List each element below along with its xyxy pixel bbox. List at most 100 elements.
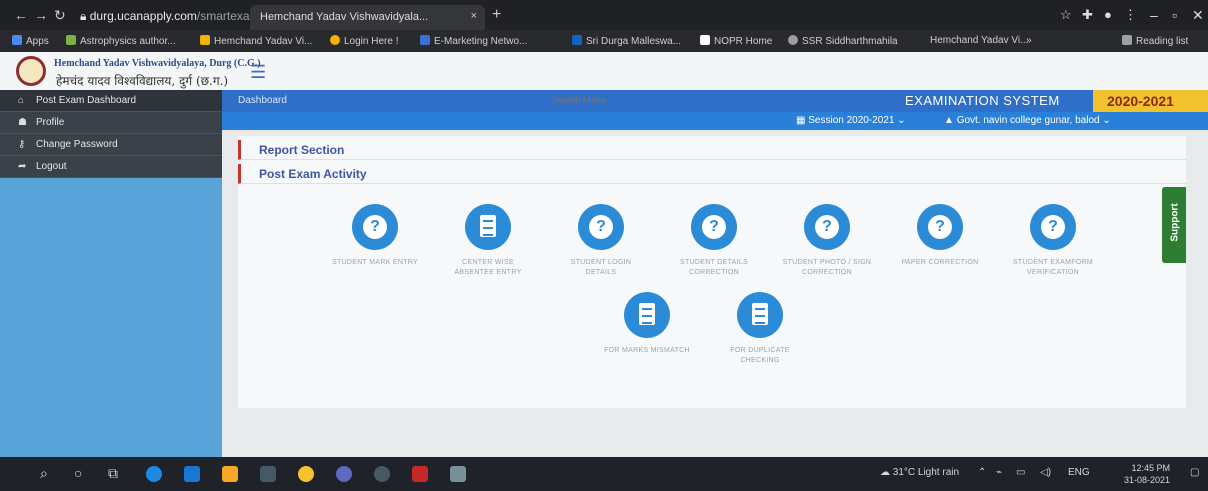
new-tab-icon[interactable]: + — [492, 6, 501, 24]
tab-close-icon[interactable]: × — [471, 10, 477, 22]
browser-menu-icon[interactable]: ⋮ — [1124, 7, 1137, 23]
bookmark-icon — [788, 35, 798, 45]
tile-student-details-correction[interactable]: ? STUDENT DETAILS CORRECTION — [669, 204, 759, 278]
forward-icon[interactable]: → — [34, 7, 48, 23]
bookmark-icon — [572, 35, 582, 45]
search-menu-input[interactable] — [552, 95, 672, 105]
battery-icon[interactable]: ▭ — [1016, 467, 1025, 478]
search-icon[interactable]: ⌕ — [40, 465, 48, 482]
university-name-english: Hemchand Yadav Vishwavidyalaya, Durg (C.… — [54, 58, 261, 69]
maximize-icon[interactable]: ▫ — [1172, 7, 1177, 23]
tray-chevron-icon[interactable]: ⌃ — [978, 467, 986, 478]
store-icon[interactable] — [260, 466, 276, 482]
sidebar-item-label: Change Password — [36, 139, 118, 150]
cortana-icon[interactable]: ○ — [74, 465, 82, 481]
session-bar: ▦ Session 2020-2021 ⌄ ▲ Govt. navin coll… — [222, 112, 1208, 130]
reading-list[interactable]: Reading list — [1122, 35, 1188, 47]
task-view-icon[interactable]: ⧉ — [108, 465, 118, 482]
apps-icon — [12, 35, 22, 45]
clock-date: 31-08-2021 — [1124, 475, 1171, 485]
browser-tab[interactable]: Hemchand Yadav Vishwavidyala... × — [250, 5, 485, 30]
windows-taskbar: ⌕ ○ ⧉ ☁ 31°C Light rain ⌃ ⌁ ▭ ◁) ENG 12:… — [0, 457, 1208, 491]
tile-label: CENTER WISE ABSENTEE ENTRY — [454, 259, 522, 276]
bookmark-astrophysics[interactable]: Astrophysics author... — [66, 35, 176, 47]
network-icon[interactable]: ⌁ — [996, 467, 1002, 478]
tile-center-wise-absentee-entry[interactable]: CENTER WISE ABSENTEE ENTRY — [443, 204, 533, 278]
reload-icon[interactable]: ↻ — [54, 7, 66, 24]
app-icon[interactable] — [374, 466, 390, 482]
weather-widget[interactable]: ☁ 31°C Light rain — [880, 467, 959, 478]
app-icon[interactable] — [336, 466, 352, 482]
bookmark-ssr[interactable]: SSR Siddharthmahila — [788, 35, 898, 47]
tile-label: STUDENT LOGIN DETAILS — [570, 259, 632, 276]
sidebar-item-post-exam-dashboard[interactable]: ⌂ Post Exam Dashboard — [0, 90, 222, 112]
home-icon: ⌂ — [18, 95, 25, 106]
calendar-icon: ▦ — [796, 115, 809, 126]
sidebar-item-change-password[interactable]: ⚷ Change Password — [0, 134, 222, 156]
sidebar-item-profile[interactable]: ☗ Profile — [0, 112, 222, 134]
bookmarks-bar: Apps Astrophysics author... Hemchand Yad… — [0, 30, 1208, 52]
volume-icon[interactable]: ◁) — [1040, 467, 1051, 478]
question-icon: ? — [352, 204, 398, 250]
app-icon[interactable] — [450, 466, 466, 482]
tile-for-duplicate-checking[interactable]: FOR DUPLICATE CHECKING — [715, 292, 805, 366]
tile-label: STUDENT PHOTO / SIGN CORRECTION — [782, 259, 872, 276]
bookmark-emarketing[interactable]: E-Marketing Netwo... — [420, 35, 527, 47]
bookmark-icon — [330, 35, 340, 45]
post-exam-activity-heading[interactable]: Post Exam Activity — [238, 164, 1186, 184]
extensions-icon[interactable]: ✚ — [1082, 7, 1093, 23]
report-section-heading[interactable]: Report Section — [238, 140, 1186, 160]
bookmark-icon — [420, 35, 430, 45]
mail-icon[interactable] — [184, 466, 200, 482]
sidebar-item-label: Post Exam Dashboard — [36, 95, 137, 106]
sidebar-item-logout[interactable]: ➦ Logout — [0, 156, 222, 178]
notifications-icon[interactable]: ▢ — [1190, 467, 1199, 478]
edge-icon[interactable] — [146, 466, 162, 482]
bookmark-sridurga[interactable]: Sri Durga Malleswa... — [572, 35, 681, 47]
brand-header: Hemchand Yadav Vishwavidyalaya, Durg (C.… — [0, 52, 1208, 90]
back-icon[interactable]: ← — [14, 7, 28, 23]
profile-icon: ☗ — [18, 117, 27, 128]
file-explorer-icon[interactable] — [222, 466, 238, 482]
language-indicator[interactable]: ENG — [1068, 467, 1090, 478]
year-badge: 2020-2021 — [1093, 90, 1208, 112]
tile-paper-correction[interactable]: ? PAPER CORRECTION — [895, 204, 985, 268]
tile-student-login-details[interactable]: ? STUDENT LOGIN DETAILS — [556, 204, 646, 278]
bookmark-login[interactable]: Login Here ! — [330, 35, 398, 47]
bookmark-icon — [200, 35, 210, 45]
tile-label: PAPER CORRECTION — [901, 259, 979, 266]
browser-tab-bar: ← → ↻ 🔒︎ durg.ucanapply.com/smartexam/pu… — [0, 0, 1208, 30]
bookmark-icon — [66, 35, 76, 45]
support-tab[interactable]: Support — [1162, 187, 1186, 263]
lock-icon: 🔒︎ — [80, 9, 90, 23]
user-icon: ▲ — [944, 115, 957, 126]
key-icon: ⚷ — [18, 139, 26, 150]
tile-for-marks-mismatch[interactable]: FOR MARKS MISMATCH — [602, 292, 692, 356]
chrome-icon[interactable] — [298, 466, 314, 482]
profile-avatar-icon[interactable]: ● — [1104, 7, 1112, 22]
hamburger-menu-icon[interactable]: ☰ — [250, 62, 266, 83]
reading-list-icon — [1122, 35, 1132, 45]
university-logo — [16, 56, 46, 86]
bookmark-hemchand-2[interactable]: Hemchand Yadav Vi... — [930, 35, 1028, 46]
tile-student-mark-entry[interactable]: ? STUDENT MARK ENTRY — [330, 204, 420, 268]
breadcrumb[interactable]: Dashboard — [238, 95, 287, 106]
bookmark-apps[interactable]: Apps — [12, 35, 49, 47]
star-icon[interactable]: ☆ — [1060, 7, 1072, 23]
sidebar-item-label: Profile — [36, 117, 65, 128]
minimize-icon[interactable]: – — [1150, 7, 1158, 23]
more-bookmarks-icon[interactable]: » — [1026, 35, 1032, 46]
tile-student-examform-verification[interactable]: ? STUDENT EXAMFORM VERIFICATION — [1008, 204, 1098, 278]
web-page: Hemchand Yadav Vishwavidyalaya, Durg (C.… — [0, 52, 1208, 457]
tile-student-photo-sign-correction[interactable]: ? STUDENT PHOTO / SIGN CORRECTION — [782, 204, 872, 278]
bookmark-nopr[interactable]: NOPR Home — [700, 35, 772, 47]
support-label: Support — [1169, 203, 1181, 242]
session-dropdown[interactable]: ▦ Session 2020-2021 ⌄ — [796, 115, 906, 126]
close-window-icon[interactable]: ✕ — [1192, 7, 1204, 24]
acrobat-icon[interactable] — [412, 466, 428, 482]
bookmark-hemchand[interactable]: Hemchand Yadav Vi... — [200, 35, 312, 47]
clock[interactable]: 12:45 PM 31-08-2021 — [1124, 462, 1170, 486]
tile-label: FOR MARKS MISMATCH — [604, 347, 690, 354]
clipboard-icon — [737, 292, 783, 338]
college-dropdown[interactable]: ▲ Govt. navin college gunar, balod ⌄ — [944, 115, 1111, 126]
